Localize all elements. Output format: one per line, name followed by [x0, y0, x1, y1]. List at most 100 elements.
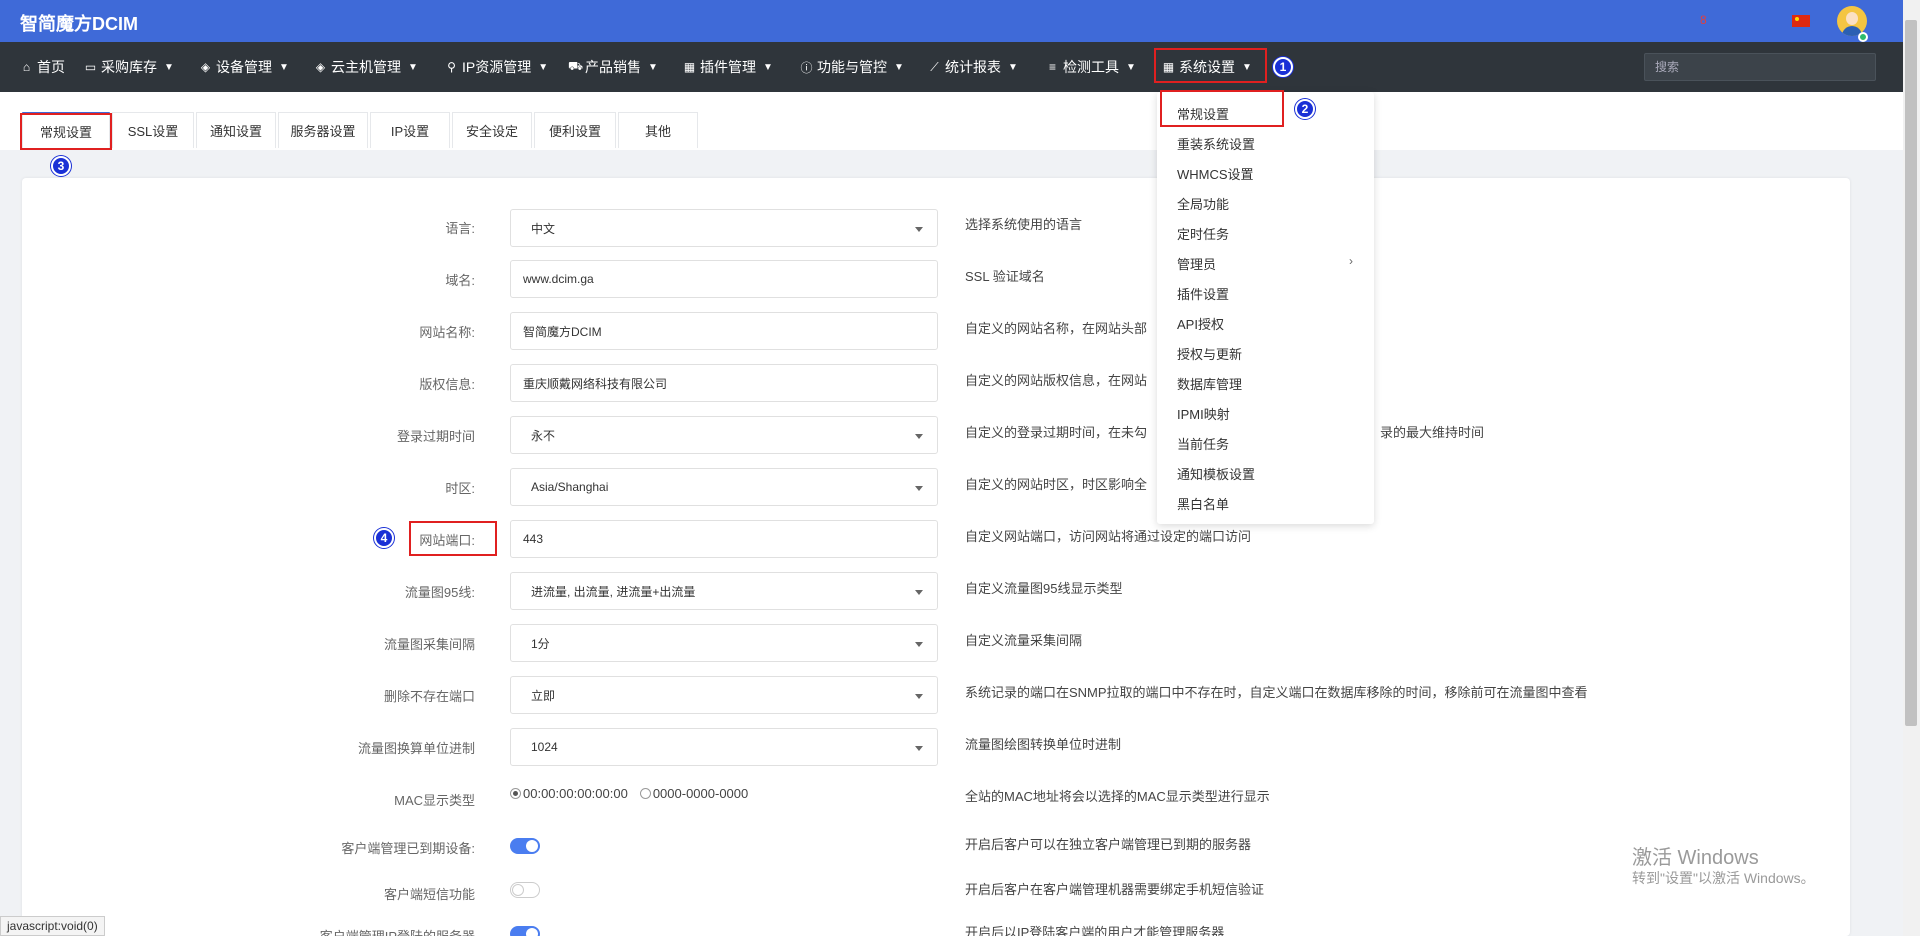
field-desc-site-name: 自定义的网站名称，在网站头部 — [965, 321, 1148, 336]
tab-server-settings[interactable]: 服务器设置 — [278, 112, 368, 148]
dropdown-item-administrators[interactable]: 管理员 — [1177, 254, 1216, 273]
alert-icon[interactable]: 8 — [1700, 13, 1710, 27]
dropdown-item-notify-templates[interactable]: 通知模板设置 — [1177, 464, 1255, 483]
nav-item-functions-control[interactable]: ⓘ 功能与管控 ▼ — [800, 42, 904, 92]
field-desc-traffic-95: 自定义流量图95线显示类型 — [965, 581, 1123, 596]
chevron-down-icon: ▼ — [648, 61, 658, 73]
app-brand[interactable]: 智简魔方DCIM — [20, 10, 138, 36]
chevron-down-icon: ▼ — [894, 61, 904, 73]
dropdown-item-ipmi-mapping[interactable]: IPMI映射 — [1177, 404, 1230, 423]
field-desc-delete-port: 系统记录的端口在SNMP拉取的端口中不存在时，自定义端口在数据库移除的时间，移除… — [965, 685, 1588, 700]
nav-item-label: 统计报表 — [945, 59, 1001, 75]
china-flag-icon[interactable] — [1792, 15, 1810, 27]
login-expiry-select[interactable]: 永不 — [510, 416, 938, 454]
delete-port-select[interactable]: 立即 — [510, 676, 938, 714]
chevron-down-icon: ▼ — [1126, 61, 1136, 73]
highlight-general-settings-tab — [20, 113, 112, 150]
tab-ip-settings[interactable]: IP设置 — [370, 112, 450, 148]
field-label-client-sms: 客户端短信功能 — [383, 887, 475, 902]
tab-notification-settings[interactable]: 通知设置 — [196, 112, 276, 148]
dropdown-item-api-auth[interactable]: API授权 — [1177, 314, 1224, 333]
dropdown-item-black-white-list[interactable]: 黑白名单 — [1177, 494, 1229, 513]
chevron-down-icon: ▼ — [538, 61, 549, 73]
scrollbar-thumb[interactable] — [1905, 20, 1917, 726]
dropdown-item-reinstall-settings[interactable]: 重装系统设置 — [1177, 134, 1255, 153]
step-badge-4: 4 — [374, 528, 394, 548]
nav-item-cloud-host[interactable]: ◈ 云主机管理 ▼ — [314, 42, 418, 92]
field-desc-site-port: 自定义网站端口，访问网站将通过设定的端口访问 — [965, 529, 1252, 544]
copyright-input[interactable]: 重庆顺戴网络科技有限公司 — [510, 364, 938, 402]
dropdown-item-plugin-settings[interactable]: 插件设置 — [1177, 284, 1229, 303]
field-label-unit-base: 流量图换算单位进制 — [357, 741, 475, 756]
dropdown-item-global-functions[interactable]: 全局功能 — [1177, 194, 1229, 213]
client-ip-login-toggle[interactable] — [510, 926, 540, 936]
field-label-client-ip-login: 客户端管理IP登陆的服务器 — [175, 926, 475, 936]
field-label-site-name: 网站名称: — [419, 325, 475, 340]
field-label-timezone: 时区: — [445, 481, 475, 496]
dropdown-item-current-tasks[interactable]: 当前任务 — [1177, 434, 1229, 453]
nav-item-purchase-stock[interactable]: ▭ 采购库存 ▼ — [84, 42, 174, 92]
nav-item-ip-resources[interactable]: ⚲ IP资源管理 ▼ — [445, 42, 548, 92]
cube-icon: ◈ — [315, 60, 326, 74]
field-label-traffic-95: 流量图95线: — [404, 585, 475, 600]
tab-security-settings[interactable]: 安全设定 — [452, 112, 532, 148]
field-desc-client-ip-login: 开启后以IP登陆客户端的用户才能管理服务器 — [965, 925, 1225, 936]
timezone-select[interactable]: Asia/Shanghai — [510, 468, 938, 506]
nav-item-label: IP资源管理 — [462, 59, 532, 75]
client-sms-toggle[interactable] — [510, 882, 540, 898]
field-desc-language: 选择系统使用的语言 — [965, 217, 1083, 232]
nav-item-plugins[interactable]: ▦ 插件管理 ▼ — [683, 42, 773, 92]
chevron-down-icon: ▼ — [164, 61, 174, 73]
mac-type-option-colon: 00:00:00:00:00:00 — [523, 786, 628, 801]
field-label-language: 语言: — [445, 221, 475, 236]
step-badge-3: 3 — [51, 156, 71, 176]
site-name-input[interactable]: 智简魔方DCIM — [510, 312, 938, 350]
field-label-traffic-interval: 流量图采集间隔 — [383, 637, 475, 652]
nav-item-diagnostic-tools[interactable]: ≡ 检测工具 ▼ — [1046, 42, 1136, 92]
toggle-knob — [526, 928, 538, 936]
field-label-login-expiry: 登录过期时间 — [396, 429, 475, 444]
field-desc-mac-type: 全站的MAC地址将会以选择的MAC显示类型进行显示 — [965, 789, 1270, 804]
traffic-interval-select[interactable]: 1分 — [510, 624, 938, 662]
dropdown-item-license-update[interactable]: 授权与更新 — [1177, 344, 1242, 363]
tab-convenience-settings[interactable]: 便利设置 — [534, 112, 616, 148]
tab-other[interactable]: 其他 — [618, 112, 698, 148]
domain-input[interactable]: www.dcim.ga — [510, 260, 938, 298]
language-select[interactable]: 中文 — [510, 209, 938, 247]
nav-item-label: 设备管理 — [216, 59, 272, 75]
nav-item-statistics[interactable]: ⟋ 统计报表 ▼ — [928, 42, 1018, 92]
system-settings-dropdown: 常规设置 重装系统设置 WHMCS设置 全局功能 定时任务 管理员 插件设置 A… — [1157, 92, 1374, 524]
online-status-dot — [1858, 32, 1868, 42]
tab-ssl-settings[interactable]: SSL设置 — [112, 112, 194, 148]
shopping-cart-icon: ⛟ — [568, 59, 584, 73]
traffic-95-select[interactable]: 进流量, 出流量, 进流量+出流量 — [510, 572, 938, 610]
info-icon: ⓘ — [800, 60, 813, 75]
nav-item-label: 采购库存 — [101, 59, 157, 75]
field-desc-traffic-interval: 自定义流量采集间隔 — [965, 633, 1083, 648]
field-desc-copyright: 自定义的网站版权信息，在网站 — [965, 373, 1148, 388]
search-input[interactable] — [1644, 53, 1876, 81]
field-desc-domain: SSL 验证域名 — [965, 269, 1045, 284]
highlight-system-settings — [1154, 48, 1267, 83]
client-expired-toggle[interactable] — [510, 838, 540, 854]
chevron-down-icon: ▼ — [279, 61, 289, 73]
mac-type-radio-dash[interactable] — [639, 788, 651, 799]
field-desc-timezone: 自定义的网站时区，时区影响全 — [965, 477, 1148, 492]
map-marker-icon: ⚲ — [447, 60, 456, 74]
mac-type-radio-colon[interactable] — [510, 788, 521, 799]
site-port-input[interactable]: 443 — [510, 520, 938, 558]
nav-item-label: 功能与管控 — [817, 59, 887, 75]
nav-item-home[interactable]: ⌂ 首页 — [20, 42, 65, 92]
home-icon: ⌂ — [22, 60, 31, 74]
unit-base-select[interactable]: 1024 — [510, 728, 938, 766]
field-desc-unit-base: 流量图绘图转换单位时进制 — [965, 737, 1122, 752]
mac-type-radio-group: 00:00:00:00:00:00 0000-0000-0000 — [510, 786, 748, 801]
dropdown-item-whmcs-settings[interactable]: WHMCS设置 — [1177, 164, 1254, 183]
dropdown-item-scheduled-tasks[interactable]: 定时任务 — [1177, 224, 1229, 243]
chevron-down-icon: ▼ — [408, 61, 418, 73]
nav-item-product-sales[interactable]: ⛟ 产品销售 ▼ — [568, 42, 658, 92]
field-label-copyright: 版权信息: — [419, 377, 475, 392]
step-badge-2: 2 — [1295, 99, 1315, 119]
nav-item-device-management[interactable]: ◈ 设备管理 ▼ — [199, 42, 289, 92]
dropdown-item-database[interactable]: 数据库管理 — [1177, 374, 1242, 393]
